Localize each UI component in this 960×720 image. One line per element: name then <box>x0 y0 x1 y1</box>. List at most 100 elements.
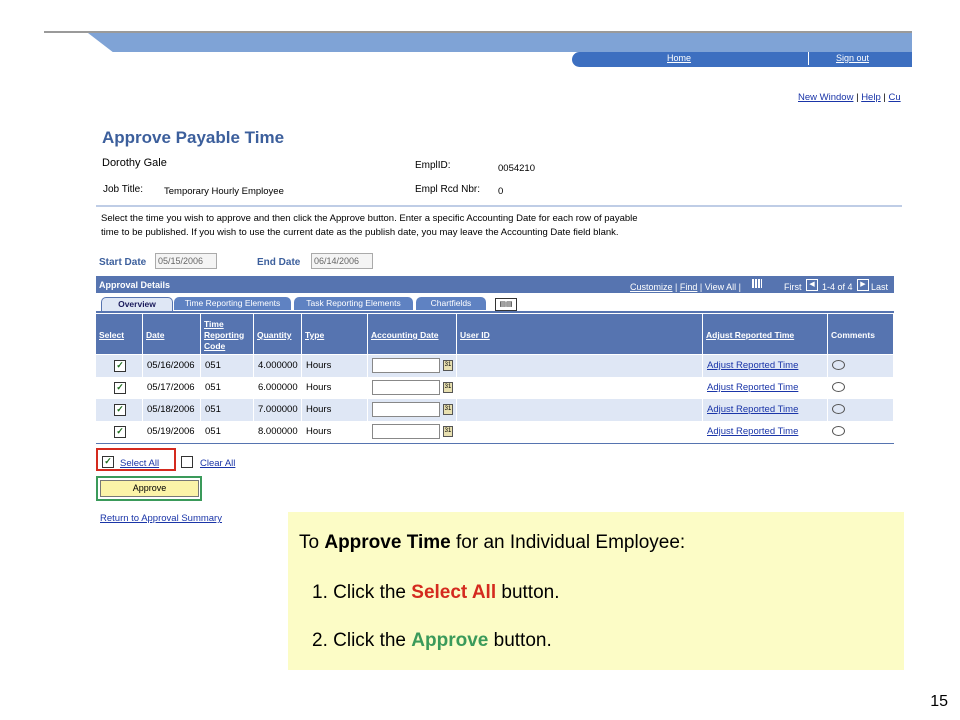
table-row: ✓ 05/19/2006 051 8.000000 Hours 31 Adjus… <box>96 421 894 443</box>
emplid-label: EmplID: <box>415 160 451 171</box>
nav-separator: | <box>738 282 741 292</box>
row-range: 1-4 of 4 <box>822 282 853 292</box>
next-arrow-icon[interactable]: ▶ <box>857 279 869 291</box>
end-date-field: 06/14/2006 <box>311 253 373 269</box>
accounting-date-input[interactable] <box>372 423 440 439</box>
link-separator: | <box>856 92 859 103</box>
accounting-date-input[interactable] <box>372 357 440 373</box>
table-row: ✓ 05/16/2006 051 4.000000 Hours 31 Adjus… <box>96 355 894 377</box>
adjust-reported-time-link[interactable]: Adjust Reported Time <box>703 355 828 377</box>
grid-header-bar <box>96 276 894 293</box>
row-date: 05/16/2006 <box>143 355 201 377</box>
calendar-icon[interactable]: 31 <box>443 381 453 393</box>
row-quantity: 4.000000 <box>254 355 302 377</box>
row-type: Hours <box>302 421 368 443</box>
approve-button[interactable]: Approve <box>100 480 199 497</box>
grid-nav-links: Customize | Find | View All | <box>630 282 741 292</box>
callout-step-2: 2. Click the Approve button. <box>312 630 552 651</box>
job-title-value: Temporary Hourly Employee <box>164 186 284 197</box>
comment-icon[interactable] <box>832 360 845 370</box>
row-select-checkbox[interactable]: ✓ <box>114 360 126 372</box>
accounting-date-input[interactable] <box>372 379 440 395</box>
sign-out-link[interactable]: Sign out <box>836 53 869 63</box>
grid-title: Approval Details <box>99 280 171 290</box>
end-date-label: End Date <box>257 257 301 268</box>
comment-icon[interactable] <box>832 404 845 414</box>
show-all-columns-icon[interactable]: ▤▤ <box>495 298 517 311</box>
col-time-reporting-code[interactable]: Time Reporting Code <box>201 314 254 354</box>
row-trc: 051 <box>201 355 254 377</box>
row-quantity: 6.000000 <box>254 377 302 399</box>
accounting-date-input[interactable] <box>372 401 440 417</box>
select-all-link[interactable]: Select All <box>120 458 159 469</box>
callout-intro: To Approve Time for an Individual Employ… <box>299 532 686 553</box>
home-link[interactable]: Home <box>667 53 691 63</box>
row-quantity: 8.000000 <box>254 421 302 443</box>
row-user-id <box>457 377 703 399</box>
section-divider <box>96 205 902 207</box>
instructions-line-1: Select the time you wish to approve and … <box>101 213 638 224</box>
start-date-field: 05/15/2006 <box>155 253 217 269</box>
col-adjust-reported-time[interactable]: Adjust Reported Time <box>703 314 828 354</box>
job-title-label: Job Title: <box>103 184 144 195</box>
tab-overview[interactable]: Overview <box>101 297 173 311</box>
instruction-callout: To Approve Time for an Individual Employ… <box>288 512 904 670</box>
clear-all-link[interactable]: Clear All <box>200 458 235 469</box>
col-comments: Comments <box>828 314 894 354</box>
employee-name: Dorothy Gale <box>102 157 167 169</box>
row-trc: 051 <box>201 377 254 399</box>
link-separator: | <box>883 92 886 103</box>
customize-link[interactable]: Customize <box>630 282 673 292</box>
header-rule <box>44 31 912 33</box>
row-type: Hours <box>302 377 368 399</box>
col-quantity[interactable]: Quantity <box>254 314 302 354</box>
top-links: New Window | Help | Cu <box>798 92 901 103</box>
calendar-icon[interactable]: 31 <box>443 359 453 371</box>
row-user-id <box>457 355 703 377</box>
row-type: Hours <box>302 355 368 377</box>
tab-task-reporting-elements[interactable]: Task Reporting Elements <box>294 297 413 310</box>
page-title: Approve Payable Time <box>102 128 285 147</box>
empl-rcd-value: 0 <box>498 186 504 197</box>
grid-bottom-border <box>96 443 894 444</box>
help-link[interactable]: Help <box>861 92 881 103</box>
calendar-icon[interactable]: 31 <box>443 403 453 415</box>
col-accounting-date[interactable]: Accounting Date <box>368 314 457 354</box>
row-select-checkbox[interactable]: ✓ <box>114 382 126 394</box>
col-select[interactable]: Select <box>96 314 143 354</box>
col-date[interactable]: Date <box>143 314 201 354</box>
col-type[interactable]: Type <box>302 314 368 354</box>
clear-all-checkbox-icon[interactable] <box>181 456 193 468</box>
previous-arrow-icon[interactable]: ◀ <box>806 279 818 291</box>
return-to-approval-summary-link[interactable]: Return to Approval Summary <box>100 513 222 524</box>
col-user-id[interactable]: User ID <box>457 314 703 354</box>
adjust-reported-time-link[interactable]: Adjust Reported Time <box>703 421 828 443</box>
new-window-link[interactable]: New Window <box>798 92 853 103</box>
download-grid-icon[interactable] <box>752 279 762 288</box>
view-all-link[interactable]: View All <box>705 282 736 292</box>
comment-icon[interactable] <box>832 426 845 436</box>
row-trc: 051 <box>201 399 254 421</box>
adjust-reported-time-link[interactable]: Adjust Reported Time <box>703 377 828 399</box>
table-row: ✓ 05/17/2006 051 6.000000 Hours 31 Adjus… <box>96 377 894 399</box>
adjust-reported-time-link[interactable]: Adjust Reported Time <box>703 399 828 421</box>
last-label: Last <box>871 282 889 292</box>
row-date: 05/19/2006 <box>143 421 201 443</box>
find-link[interactable]: Find <box>680 282 698 292</box>
row-date: 05/17/2006 <box>143 377 201 399</box>
tab-time-reporting-elements[interactable]: Time Reporting Elements <box>174 297 291 310</box>
table-row: ✓ 05/18/2006 051 7.000000 Hours 31 Adjus… <box>96 399 894 421</box>
empl-rcd-label: Empl Rcd Nbr: <box>415 184 481 195</box>
tab-chartfields[interactable]: Chartfields <box>416 297 486 310</box>
row-trc: 051 <box>201 421 254 443</box>
row-select-checkbox[interactable]: ✓ <box>114 426 126 438</box>
comment-icon[interactable] <box>832 382 845 392</box>
calendar-icon[interactable]: 31 <box>443 425 453 437</box>
row-type: Hours <box>302 399 368 421</box>
row-select-checkbox[interactable]: ✓ <box>114 404 126 416</box>
row-user-id <box>457 399 703 421</box>
row-date: 05/18/2006 <box>143 399 201 421</box>
customize-page-link[interactable]: Cu <box>888 92 900 103</box>
header-banner <box>88 33 912 52</box>
select-all-checkbox-icon[interactable]: ✓ <box>102 456 114 468</box>
